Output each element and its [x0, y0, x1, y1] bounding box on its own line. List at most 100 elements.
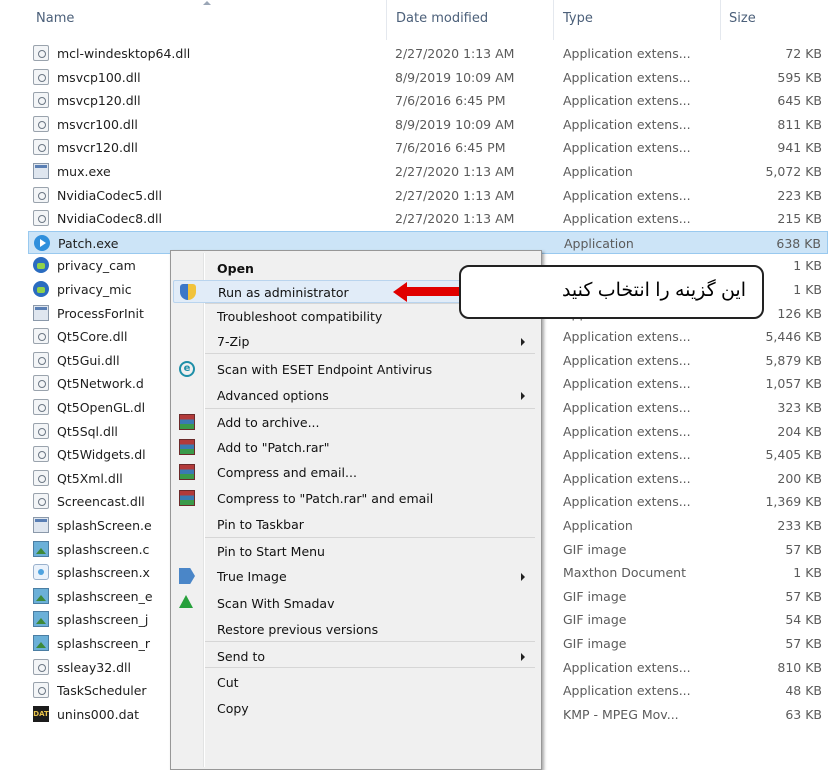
exe-file-icon	[33, 517, 49, 533]
dll-file-icon	[33, 422, 49, 439]
gif-file-icon	[33, 540, 49, 557]
dll-file-icon	[33, 493, 49, 510]
dll-file-icon	[33, 210, 49, 227]
file-name: mcl-windesktop64.dll	[57, 46, 191, 61]
menu-item-label: Compress to "Patch.rar" and email	[217, 491, 434, 506]
dll-file-icon	[33, 658, 49, 675]
menu-item-label: Send to	[217, 649, 266, 664]
file-type: Application extens...	[563, 116, 691, 132]
menu-item-true-image[interactable]: True Image	[173, 565, 539, 588]
gif-file-icon	[33, 635, 49, 651]
file-size: 5,879 KB	[765, 352, 822, 368]
column-divider[interactable]	[553, 0, 554, 40]
menu-item-scan-with-eset-endpoint-antivirus[interactable]: e Scan with ESET Endpoint Antivirus	[173, 358, 539, 381]
file-date-modified: 2/27/2020 1:13 AM	[395, 46, 515, 61]
app2-file-icon	[33, 281, 49, 297]
file-row[interactable]: NvidiaCodec5.dll 2/27/2020 1:13 AM Applica…	[28, 184, 828, 207]
column-header-type[interactable]: Type	[563, 11, 593, 26]
file-size: 57 KB	[785, 636, 822, 651]
column-divider[interactable]	[386, 0, 387, 40]
file-row[interactable]: msvcr120.dll 7/6/2016 6:45 PM Application …	[28, 136, 828, 159]
menu-separator	[205, 667, 535, 668]
menu-item-add-to-patch-rar[interactable]: Add to "Patch.rar"	[173, 436, 539, 459]
menu-item-compress-and-email[interactable]: Compress and email...	[173, 461, 539, 484]
file-size: 223 KB	[777, 187, 822, 203]
menu-item-cut[interactable]: Cut	[173, 671, 539, 694]
menu-item-copy[interactable]: Copy	[173, 697, 539, 720]
file-size: 215 KB	[777, 211, 822, 227]
column-divider[interactable]	[720, 0, 721, 40]
file-size: 233 KB	[777, 518, 822, 533]
exe-file-icon	[33, 304, 49, 321]
winrar-icon	[179, 414, 195, 430]
file-row[interactable]: msvcp120.dll 7/6/2016 6:45 PM Application …	[28, 89, 828, 112]
patch-file-icon	[34, 234, 50, 251]
file-date-modified: 7/6/2016 6:45 PM	[395, 140, 506, 156]
menu-item-send-to[interactable]: Send to	[173, 645, 539, 668]
menu-item-7-zip[interactable]: 7-Zip	[173, 330, 539, 353]
menu-item-add-to-archive[interactable]: Add to archive...	[173, 411, 539, 434]
file-type: Application extens...	[563, 470, 691, 486]
column-header-name[interactable]: Name	[36, 11, 74, 26]
file-type: KMP - MPEG Mov...	[563, 706, 679, 722]
file-row[interactable]: mux.exe 2/27/2020 1:13 AM Application 5,072…	[28, 160, 828, 183]
menu-item-compress-to-patch-rar-and-email[interactable]: Compress to "Patch.rar" and email	[173, 487, 539, 510]
menu-item-label: Scan With Smadav	[217, 596, 335, 611]
winrar-icon	[179, 490, 195, 506]
file-date-modified: 2/27/2020 1:13 AM	[395, 187, 515, 203]
callout-arrow-shaft	[405, 287, 461, 296]
callout-arrow-icon	[393, 282, 407, 302]
menu-item-advanced-options[interactable]: Advanced options	[173, 384, 539, 407]
submenu-arrow-icon	[521, 653, 525, 661]
file-size: 5,446 KB	[765, 329, 822, 345]
file-size: 1,369 KB	[765, 494, 822, 510]
file-type: Application extens...	[563, 329, 691, 345]
submenu-arrow-icon	[521, 392, 525, 400]
sort-ascending-icon	[203, 1, 211, 5]
file-row[interactable]: mcl-windesktop64.dll 2/27/2020 1:13 AM App…	[28, 42, 828, 65]
file-type: Application extens...	[563, 447, 691, 463]
file-size: 126 KB	[777, 305, 822, 321]
menu-item-label: Scan with ESET Endpoint Antivirus	[217, 362, 433, 377]
file-name: msvcr100.dll	[57, 116, 138, 132]
column-header-size[interactable]: Size	[729, 11, 756, 26]
file-type: GIF image	[563, 612, 627, 628]
exe-file-icon	[33, 163, 49, 179]
file-row[interactable]: msvcr100.dll 8/9/2019 10:09 AM Application…	[28, 113, 828, 136]
instruction-callout: این گزینه را انتخاب کنید	[459, 265, 764, 319]
file-type: Application extens...	[563, 352, 691, 368]
menu-item-scan-with-smadav[interactable]: Scan With Smadav	[173, 592, 539, 615]
winrar-icon	[179, 464, 195, 480]
file-size: 811 KB	[777, 116, 822, 132]
context-menu: Open Run as administrator Troubleshoot com…	[170, 250, 542, 770]
file-type: Application extens...	[563, 400, 691, 415]
menu-item-pin-to-start-menu[interactable]: Pin to Start Menu	[173, 540, 539, 563]
file-size: 5,072 KB	[765, 164, 822, 179]
dll-file-icon	[33, 469, 49, 486]
dat-file-icon: DAT	[33, 705, 49, 722]
true-image-icon	[179, 568, 195, 584]
menu-item-restore-previous-versions[interactable]: Restore previous versions	[173, 618, 539, 641]
menu-item-pin-to-taskbar[interactable]: Pin to Taskbar	[173, 513, 539, 536]
file-size: 54 KB	[785, 612, 822, 628]
gif-file-icon	[33, 587, 49, 604]
file-type: Application extens...	[563, 211, 691, 227]
file-type: Application	[563, 164, 633, 179]
file-size: 63 KB	[785, 706, 822, 722]
dll-file-icon	[33, 68, 49, 85]
file-type: Application extens...	[563, 494, 691, 510]
menu-item-label: Troubleshoot compatibility	[217, 309, 383, 324]
file-type: Application extens...	[563, 93, 691, 109]
file-size: 57 KB	[785, 541, 822, 557]
column-header-date[interactable]: Date modified	[396, 11, 488, 26]
dll-file-icon	[33, 375, 49, 392]
file-row[interactable]: msvcp100.dll 8/9/2019 10:09 AM Application…	[28, 66, 828, 89]
menu-item-label: Cut	[217, 675, 239, 690]
menu-separator	[205, 408, 535, 409]
file-row[interactable]: NvidiaCodec8.dll 2/27/2020 1:13 AM Applica…	[28, 207, 828, 230]
file-size: 638 KB	[776, 235, 821, 251]
column-header-bar: Name Date modified Type Size	[0, 0, 836, 40]
file-date-modified: 2/27/2020 1:13 AM	[395, 164, 515, 179]
file-type: Application extens...	[563, 69, 691, 85]
file-size: 48 KB	[785, 683, 822, 699]
